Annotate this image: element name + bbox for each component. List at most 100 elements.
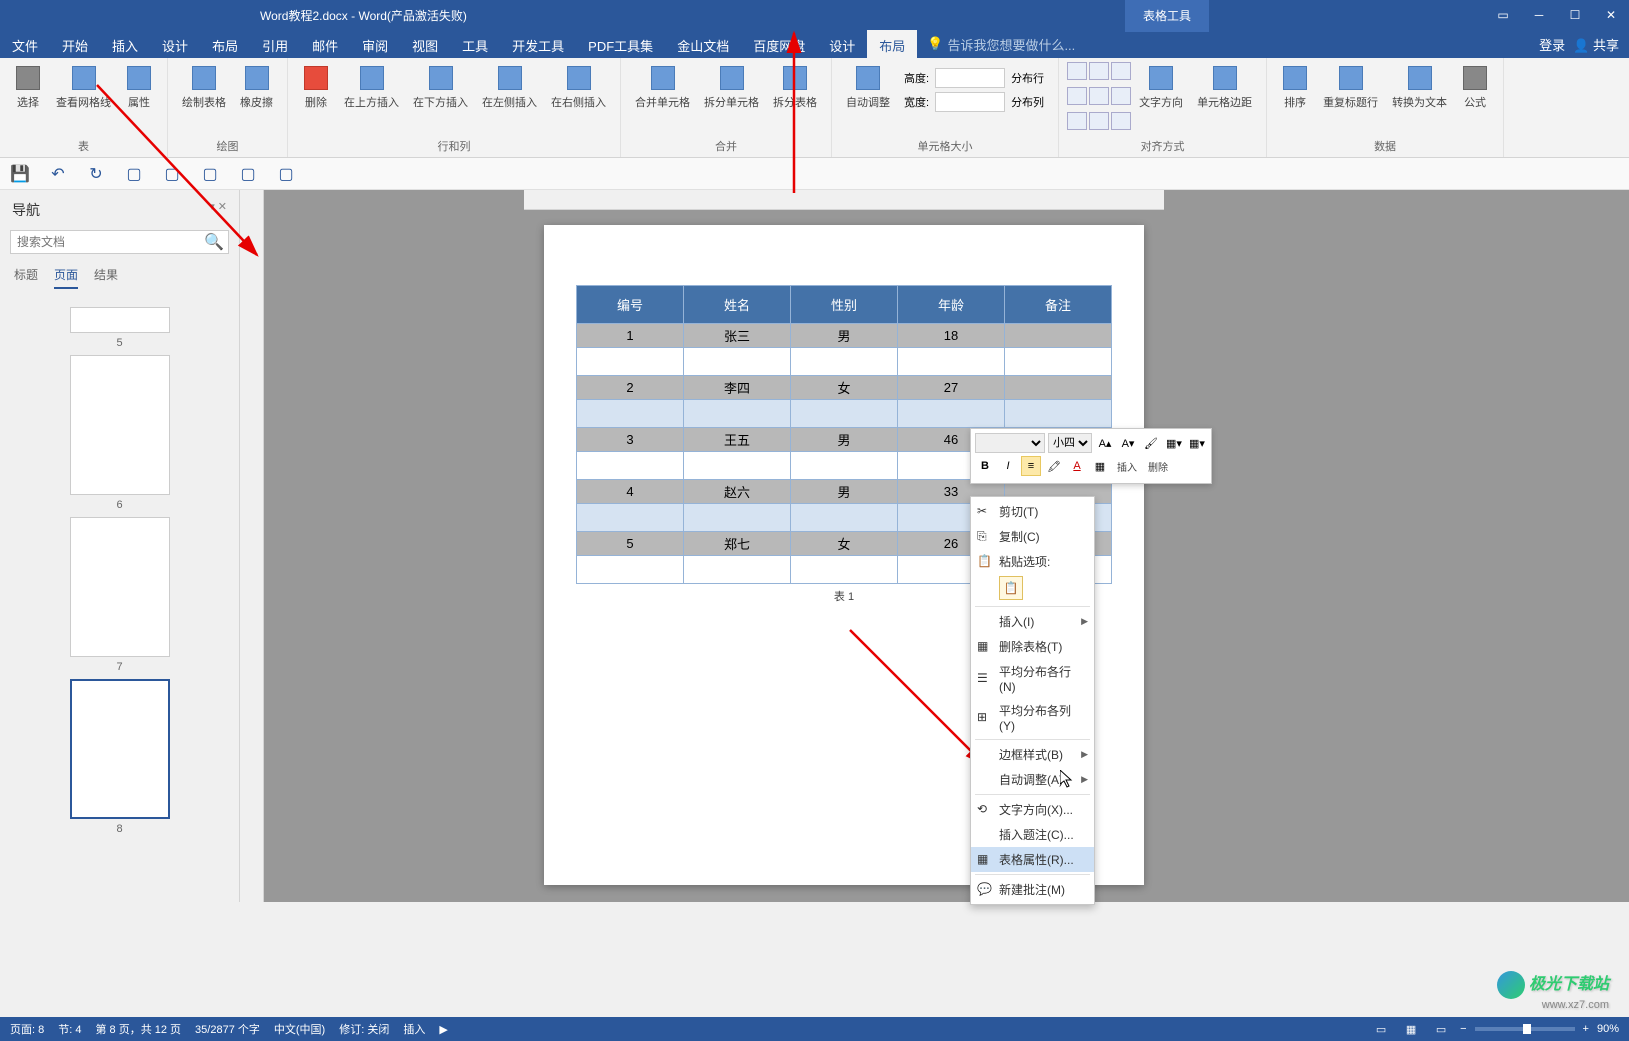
height-input[interactable] [935, 68, 1005, 88]
share-button[interactable]: 👤 共享 [1573, 35, 1619, 54]
save-button[interactable]: 💾 [10, 164, 30, 184]
tab-table-design[interactable]: 设计 [817, 30, 867, 58]
ctx-dist-cols[interactable]: ⊞平均分布各列(Y) [971, 698, 1094, 737]
border-button[interactable]: ▦ [1090, 456, 1110, 476]
align-br[interactable] [1111, 112, 1131, 130]
ctx-table-properties[interactable]: ▦表格属性(R)... [971, 847, 1094, 872]
grow-font-button[interactable]: A▴ [1095, 433, 1115, 453]
align-mc[interactable] [1089, 87, 1109, 105]
thumb-6[interactable]: 6 [70, 355, 170, 511]
insert-menu-button[interactable]: ▦▾ [1164, 433, 1184, 453]
tab-wps[interactable]: 金山文档 [665, 30, 741, 58]
insert-right-button[interactable]: 在右侧插入 [545, 62, 612, 135]
tell-me-box[interactable]: 💡 告诉我您想要做什么... [917, 30, 1085, 58]
login-link[interactable]: 登录 [1539, 35, 1565, 54]
nav-tab-pages[interactable]: 页面 [54, 266, 78, 289]
align-mr[interactable] [1111, 87, 1131, 105]
merge-cells-button[interactable]: 合并单元格 [629, 62, 696, 135]
highlight-button[interactable]: 🖍 [1044, 456, 1064, 476]
ctx-insert-caption[interactable]: 插入题注(C)... [971, 822, 1094, 847]
tab-review[interactable]: 审阅 [350, 30, 400, 58]
width-input[interactable] [935, 92, 1005, 112]
align-bl[interactable] [1067, 112, 1087, 130]
insert-left-button[interactable]: 在左侧插入 [476, 62, 543, 135]
font-family-select[interactable] [975, 433, 1045, 453]
th-no[interactable]: 编号 [577, 286, 684, 324]
undo-button[interactable]: ↶ [48, 164, 68, 184]
text-direction-button[interactable]: 文字方向 [1133, 62, 1189, 135]
tab-layout[interactable]: 布局 [200, 30, 250, 58]
split-cells-button[interactable]: 拆分单元格 [698, 62, 765, 135]
minimize-button[interactable]: ─ [1521, 0, 1557, 30]
th-remark[interactable]: 备注 [1005, 286, 1112, 324]
autofit-button[interactable]: 自动调整 [840, 62, 896, 135]
ctx-dist-rows[interactable]: ☰平均分布各行(N) [971, 659, 1094, 698]
sort-button[interactable]: 排序 [1275, 62, 1315, 135]
zoom-out-button[interactable]: − [1460, 1023, 1466, 1035]
thumb-8[interactable]: 8 [70, 679, 170, 835]
formula-button[interactable]: 公式 [1455, 62, 1495, 135]
ctx-new-comment[interactable]: 💬新建批注(M) [971, 877, 1094, 902]
print-layout-button[interactable]: ▦ [1400, 1020, 1422, 1038]
zoom-slider[interactable] [1475, 1027, 1575, 1031]
tab-insert[interactable]: 插入 [100, 30, 150, 58]
ctx-delete-table[interactable]: ▦删除表格(T) [971, 634, 1094, 659]
ctx-autofit[interactable]: 自动调整(A)▶ [971, 767, 1094, 792]
format-painter-button[interactable]: 🖌 [1141, 433, 1161, 453]
th-name[interactable]: 姓名 [684, 286, 791, 324]
delete-button[interactable]: 删除 [296, 62, 336, 135]
status-page[interactable]: 页面: 8 [10, 1021, 44, 1037]
th-age[interactable]: 年龄 [898, 286, 1005, 324]
read-mode-button[interactable]: ▭ [1370, 1020, 1392, 1038]
tab-table-layout[interactable]: 布局 [867, 30, 917, 58]
dist-rows-button[interactable]: 分布行 [1011, 70, 1044, 86]
tab-design[interactable]: 设计 [150, 30, 200, 58]
align-ml[interactable] [1067, 87, 1087, 105]
ctx-cut[interactable]: ✂剪切(T) [971, 499, 1094, 524]
status-section[interactable]: 节: 4 [58, 1021, 81, 1037]
tab-file[interactable]: 文件 [0, 30, 50, 58]
ctx-text-direction[interactable]: ⟲文字方向(X)... [971, 797, 1094, 822]
italic-button[interactable]: I [998, 456, 1018, 476]
align-tl[interactable] [1067, 62, 1087, 80]
tab-home[interactable]: 开始 [50, 30, 100, 58]
th-gender[interactable]: 性别 [791, 286, 898, 324]
cell-margins-button[interactable]: 单元格边距 [1191, 62, 1258, 135]
insert-below-button[interactable]: 在下方插入 [407, 62, 474, 135]
ctx-insert[interactable]: 插入(I)▶ [971, 609, 1094, 634]
status-page-of[interactable]: 第 8 页，共 12 页 [95, 1021, 181, 1037]
convert-text-button[interactable]: 转换为文本 [1386, 62, 1453, 135]
align-tr[interactable] [1111, 62, 1131, 80]
nav-tab-headings[interactable]: 标题 [14, 266, 38, 289]
tab-mailings[interactable]: 邮件 [300, 30, 350, 58]
close-button[interactable]: ✕ [1593, 0, 1629, 30]
tab-developer[interactable]: 开发工具 [500, 30, 576, 58]
tab-view[interactable]: 视图 [400, 30, 450, 58]
tab-pdf[interactable]: PDF工具集 [576, 30, 665, 58]
insert-above-button[interactable]: 在上方插入 [338, 62, 405, 135]
tab-tools[interactable]: 工具 [450, 30, 500, 58]
ribbon-options-icon[interactable]: ▭ [1485, 0, 1521, 30]
select-button[interactable]: 选择 [8, 62, 48, 135]
thumb-5[interactable]: 5 [70, 307, 170, 349]
maximize-button[interactable]: ☐ [1557, 0, 1593, 30]
zoom-in-button[interactable]: + [1583, 1023, 1589, 1035]
status-lang[interactable]: 中文(中国) [274, 1021, 325, 1037]
qat-btn-8[interactable]: ▢ [276, 164, 296, 184]
thumb-7[interactable]: 7 [70, 517, 170, 673]
font-color-button[interactable]: A [1067, 456, 1087, 476]
repeat-header-button[interactable]: 重复标题行 [1317, 62, 1384, 135]
status-insert[interactable]: 插入 [403, 1021, 425, 1037]
zoom-level[interactable]: 90% [1597, 1023, 1619, 1035]
bold-button[interactable]: B [975, 456, 995, 476]
web-layout-button[interactable]: ▭ [1430, 1020, 1452, 1038]
align-tc[interactable] [1089, 62, 1109, 80]
status-revisions[interactable]: 修订: 关闭 [339, 1021, 389, 1037]
tab-references[interactable]: 引用 [250, 30, 300, 58]
font-size-select[interactable]: 小四 [1048, 433, 1092, 453]
status-macro-icon[interactable]: ▶ [439, 1023, 447, 1036]
paste-option-button[interactable]: 📋 [999, 576, 1023, 600]
status-words[interactable]: 35/2877 个字 [195, 1021, 260, 1037]
dist-cols-button[interactable]: 分布列 [1011, 94, 1044, 110]
delete-menu-button[interactable]: ▦▾ [1187, 433, 1207, 453]
